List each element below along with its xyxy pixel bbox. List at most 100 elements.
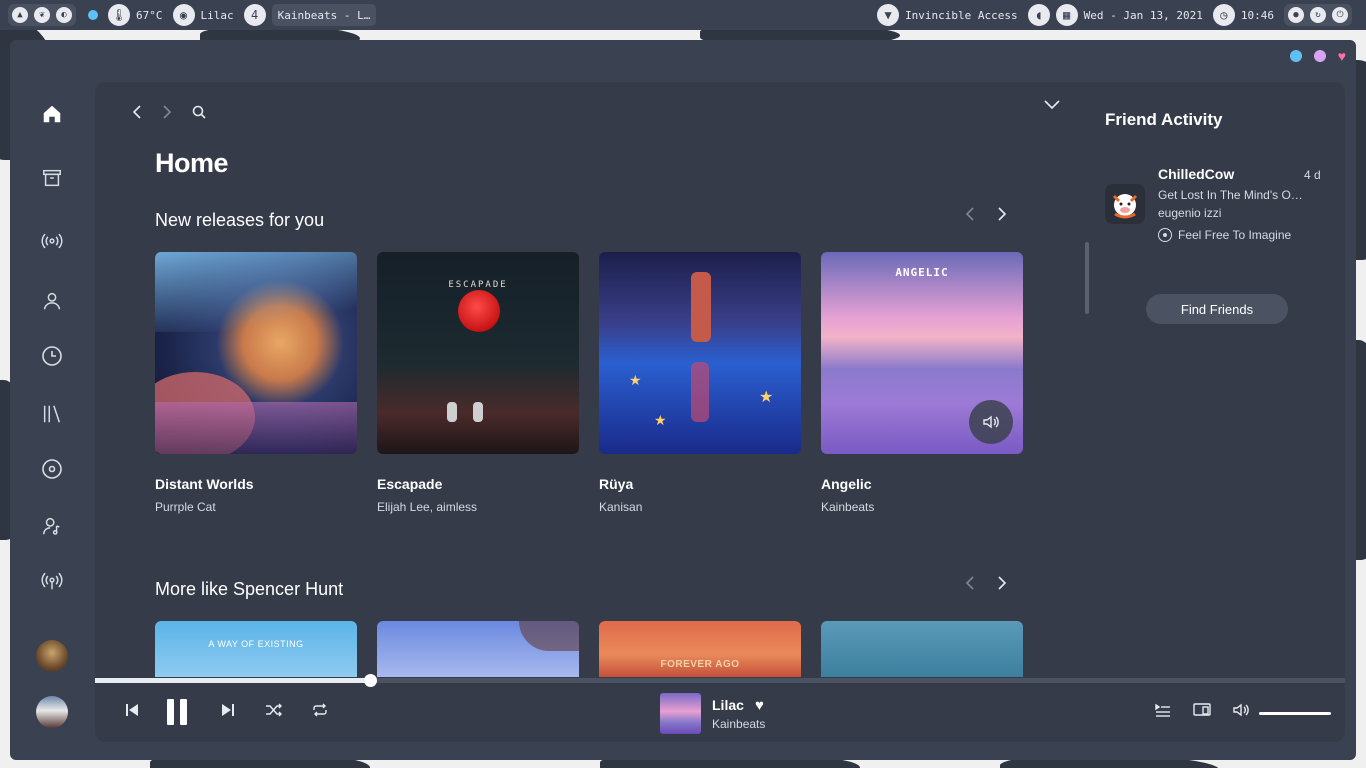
temperature: 67°C <box>136 8 163 22</box>
power-controls: ● ↻ ⏻ <box>1284 4 1352 26</box>
next-icon[interactable] <box>221 703 235 717</box>
carousel-prev-icon[interactable] <box>965 206 975 227</box>
album-cover[interactable] <box>377 621 579 677</box>
podcast-icon[interactable] <box>36 565 68 597</box>
album-cover[interactable]: ESCAPADE <box>377 252 579 454</box>
section1-arrows <box>965 206 1007 227</box>
cover-text: ESCAPADE <box>448 280 508 290</box>
clock-icon[interactable] <box>36 340 68 372</box>
distro-icons[interactable]: ▲ ❦ ◐ <box>8 4 76 26</box>
volume-icon[interactable] <box>1233 703 1251 717</box>
avatar-user[interactable] <box>36 696 68 728</box>
album-card[interactable]: Distant Worlds Purrple Cat <box>155 252 357 514</box>
friend-time: 4 d <box>1304 168 1321 182</box>
cover-text: FOREVER AGO <box>660 659 740 670</box>
now-playing-artist[interactable]: Kainbeats <box>712 717 765 731</box>
section2-arrows <box>965 575 1007 596</box>
album-cover[interactable]: FOREVER AGO <box>599 621 801 677</box>
album-cover[interactable]: ★ ★ ★ <box>599 252 801 454</box>
section-title-new-releases: New releases for you <box>155 210 325 230</box>
toggle-icon[interactable]: ● <box>1288 7 1304 23</box>
album-card[interactable]: ESCAPADE Escapade Elijah Lee, aimless <box>377 252 579 514</box>
scrollbar[interactable] <box>1085 242 1089 314</box>
card-subtitle: Purrple Cat <box>155 500 216 514</box>
user-icon[interactable] <box>36 285 68 317</box>
playback-progress[interactable] <box>95 674 1345 687</box>
album-cover[interactable] <box>155 252 357 454</box>
cover-text: A WAY OF EXISTING <box>208 639 304 649</box>
album-cover[interactable]: A WAY OF EXISTING <box>155 621 357 677</box>
home-icon[interactable] <box>36 98 68 130</box>
thermometer-icon: 🌡 <box>108 4 130 26</box>
card-subtitle: Kanisan <box>599 500 643 514</box>
artist-icon[interactable] <box>36 510 68 542</box>
carousel-next-icon[interactable] <box>997 575 1007 596</box>
carousel-next-icon[interactable] <box>997 206 1007 227</box>
carousel-prev-icon[interactable] <box>965 575 975 596</box>
progress-fill <box>95 678 370 683</box>
friend-context-label: Feel Free To Imagine <box>1178 228 1292 242</box>
volume-slider[interactable] <box>1259 712 1331 715</box>
album-cover[interactable] <box>821 621 1023 677</box>
dot-blue[interactable] <box>1289 50 1302 62</box>
previous-icon[interactable] <box>125 703 139 717</box>
archive-icon[interactable] <box>36 162 68 194</box>
section-title-more-like: More like Spencer Hunt <box>155 579 344 599</box>
friend-context[interactable]: Feel Free To Imagine <box>1158 228 1291 242</box>
current-song: Lilac <box>200 8 234 22</box>
devices-icon[interactable] <box>1193 703 1211 717</box>
time: 10:46 <box>1240 8 1274 22</box>
window-controls: ♥ <box>1289 49 1346 63</box>
friend-activity-title: Friend Activity <box>1105 110 1223 129</box>
card-title: Escapade <box>377 476 443 492</box>
heart-icon[interactable]: ♥ <box>1338 49 1346 63</box>
disc-icon <box>1158 228 1172 242</box>
now-playing-title[interactable]: Lilac <box>712 697 744 713</box>
heart-icon[interactable]: ♥ <box>755 697 764 714</box>
friend-activity: Friend Activity ChilledCow 4 d Get Lost … <box>1105 82 1335 682</box>
mountain-icon[interactable]: ▲ <box>12 7 28 23</box>
queue-icon[interactable] <box>1155 703 1171 717</box>
pause-button[interactable] <box>167 699 193 727</box>
restart-icon[interactable]: ↻ <box>1310 7 1326 23</box>
card-title: Angelic <box>821 476 872 492</box>
now-playing-cover[interactable] <box>660 693 701 734</box>
album-cover[interactable]: ANGELIC <box>821 252 1023 454</box>
dot-purple[interactable] <box>1313 50 1326 62</box>
window-title[interactable]: Kainbeats - L… <box>271 4 377 26</box>
sidebar <box>30 90 74 730</box>
forward-arrow-icon[interactable] <box>161 104 173 125</box>
card-subtitle: Elijah Lee, aimless <box>377 500 478 514</box>
navigation <box>131 104 207 125</box>
album-card[interactable]: ANGELIC Angelic Kainbeats <box>821 252 1023 514</box>
avatar-playlist[interactable] <box>36 640 68 672</box>
power-icon[interactable]: ⏻ <box>1332 7 1348 23</box>
shuffle-icon[interactable] <box>265 703 283 717</box>
find-friends-button[interactable]: Find Friends <box>1146 294 1288 324</box>
card-title: Rüya <box>599 476 634 492</box>
friend-artist[interactable]: eugenio izzi <box>1158 206 1221 220</box>
workspace-dot[interactable] <box>88 10 98 20</box>
network-name: Invincible Access <box>905 8 1018 22</box>
repeat-icon[interactable] <box>311 703 329 717</box>
friend-track[interactable]: Get Lost In The Mind's O… <box>1158 188 1303 202</box>
palette-icon[interactable]: ◐ <box>56 7 72 23</box>
workspace-count[interactable]: 4 <box>243 4 266 26</box>
speaker-icon[interactable] <box>969 400 1013 444</box>
music-disc-icon: ◉ <box>172 4 195 26</box>
friend-name[interactable]: ChilledCow <box>1158 166 1234 182</box>
date: Wed - Jan 13, 2021 <box>1083 8 1203 22</box>
volume-icon[interactable]: ◖ <box>1027 4 1050 26</box>
wifi-icon: ▼ <box>877 4 900 26</box>
radio-icon[interactable] <box>36 225 68 257</box>
search-icon[interactable] <box>191 104 207 125</box>
leaf-icon[interactable]: ❦ <box>34 7 50 23</box>
friend-avatar[interactable] <box>1105 184 1145 224</box>
page-title: Home <box>155 148 229 178</box>
disc-icon[interactable] <box>36 453 68 485</box>
cover-text: ANGELIC <box>895 266 949 279</box>
back-arrow-icon[interactable] <box>131 104 143 125</box>
album-card[interactable]: ★ ★ ★ Rüya Kanisan <box>599 252 801 514</box>
chevron-down-icon[interactable] <box>1043 98 1061 116</box>
library-icon[interactable] <box>36 398 68 430</box>
